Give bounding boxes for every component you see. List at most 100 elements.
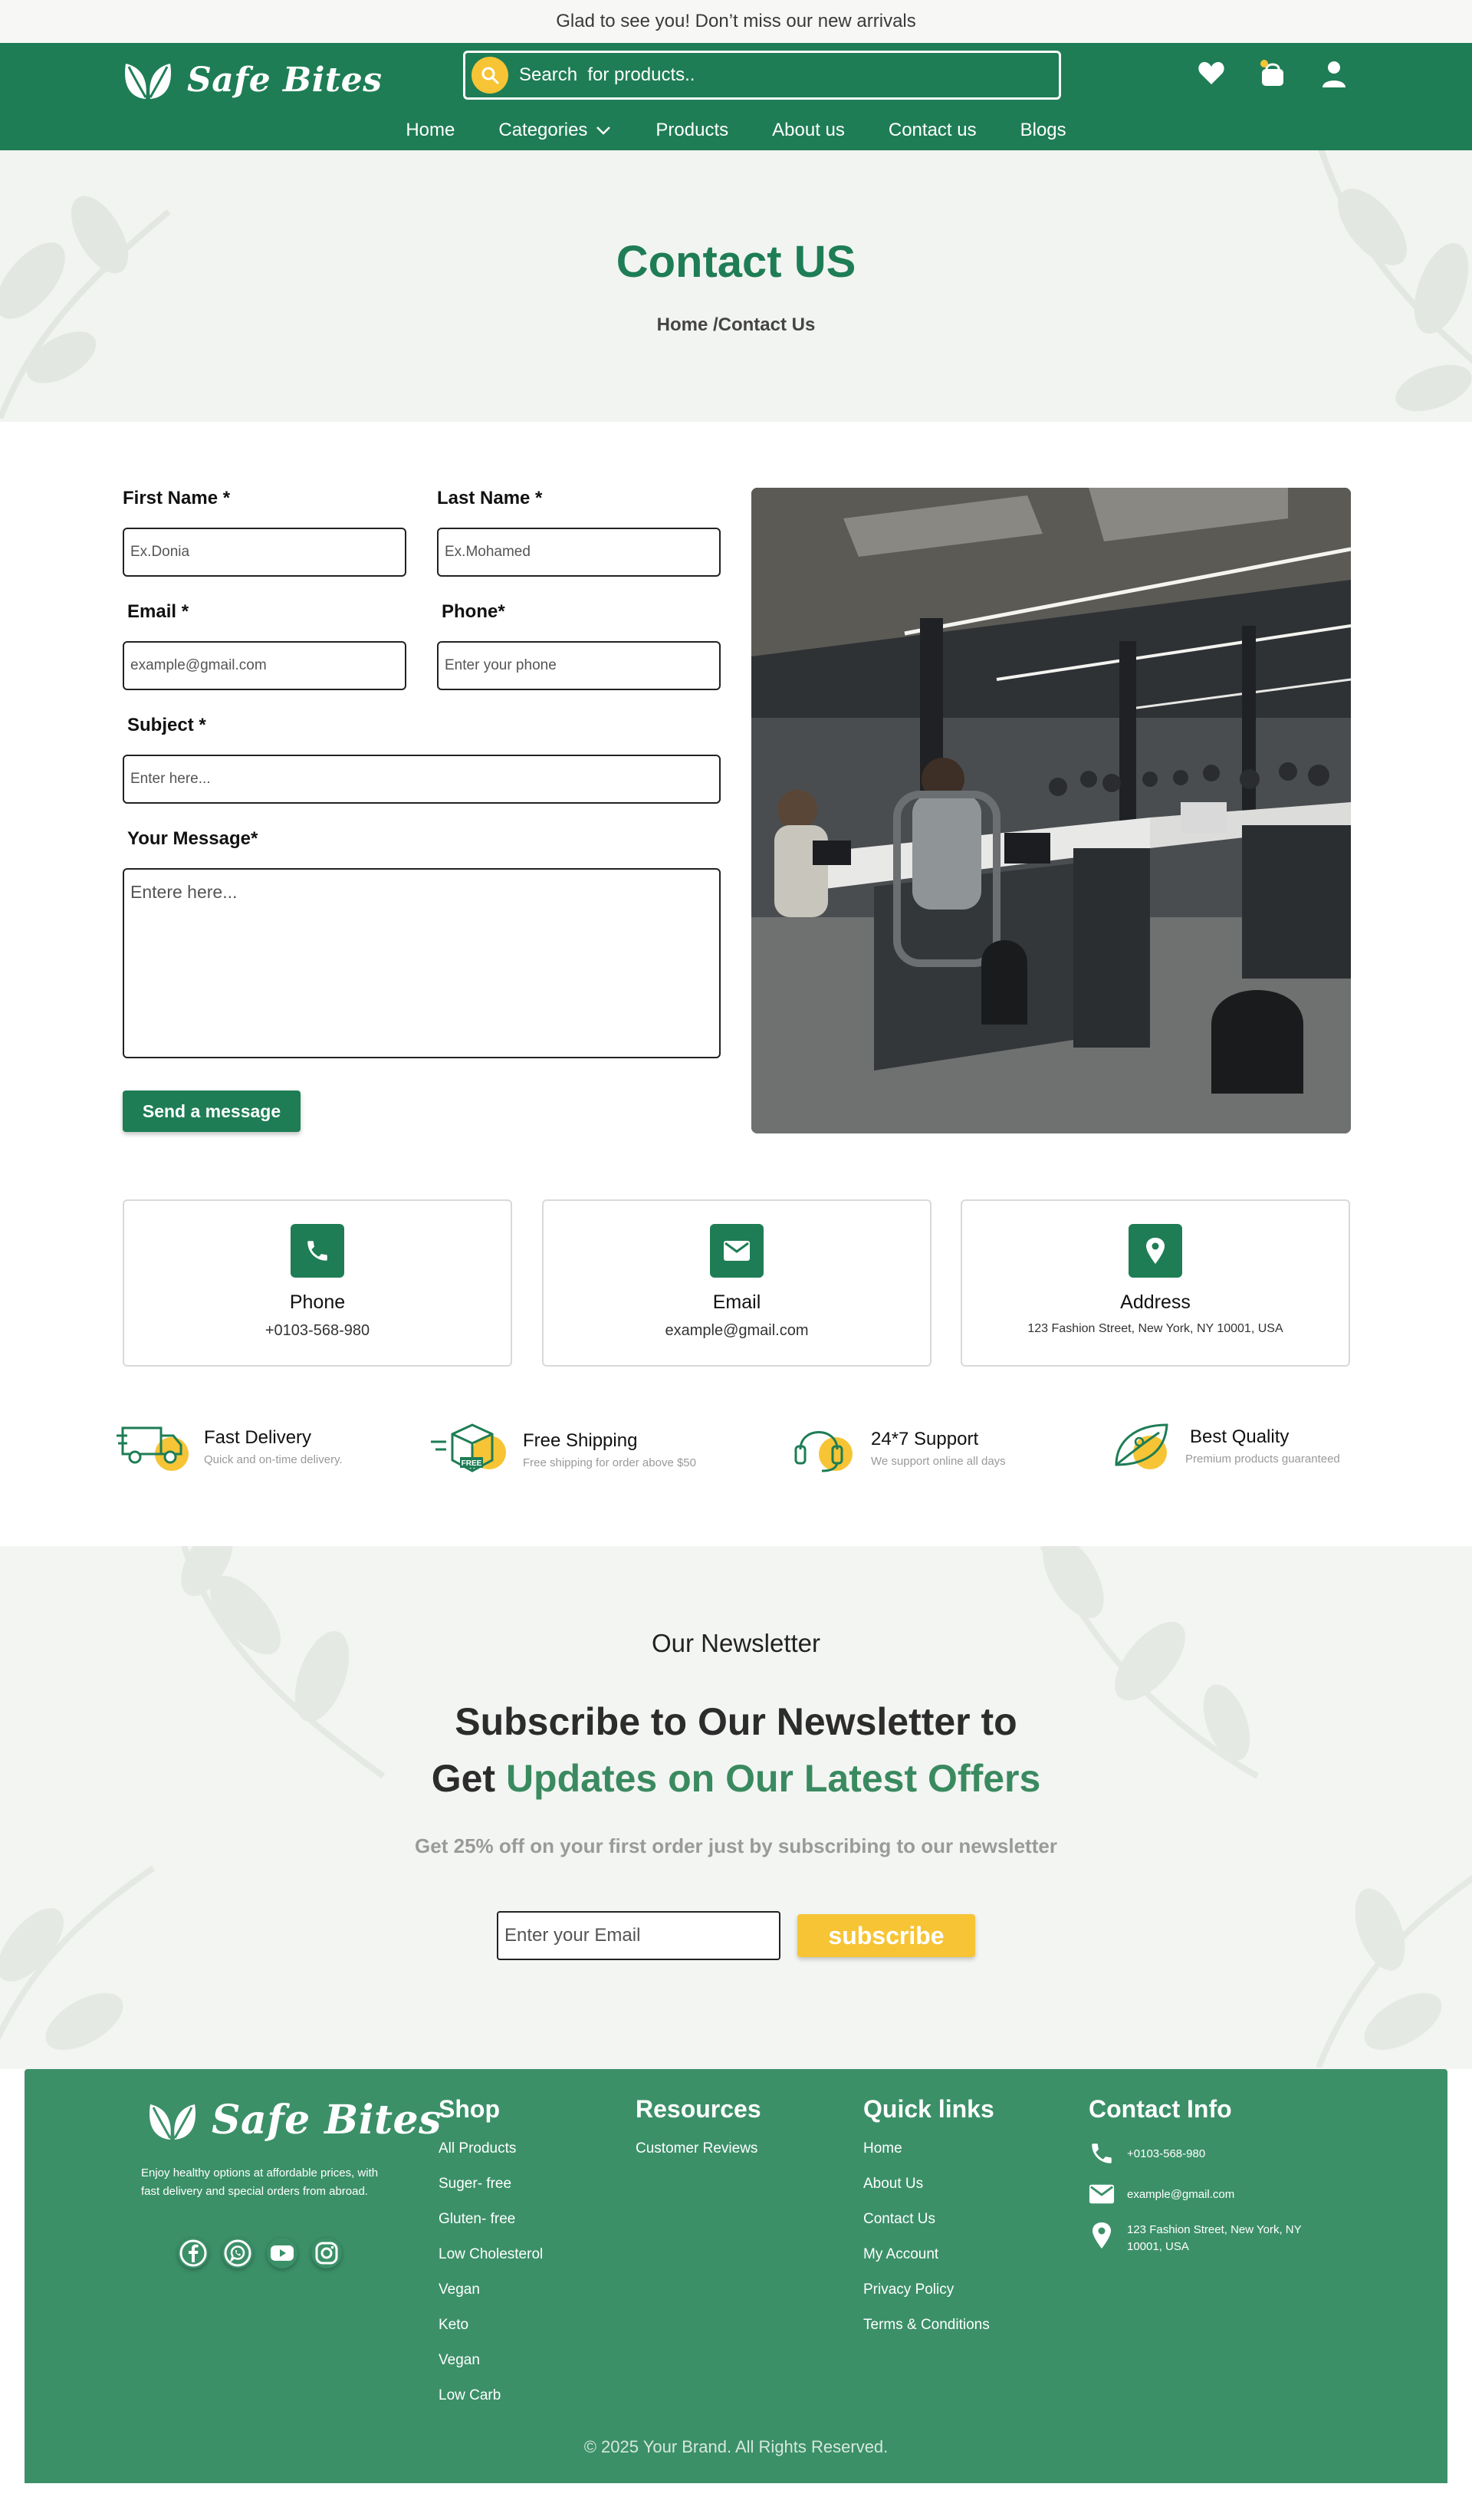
email-card-value[interactable]: example@gmail.com: [544, 1322, 930, 1340]
feature-quality: Best Quality Premium products guaranteed: [1112, 1419, 1340, 1472]
send-message-button[interactable]: Send a message: [123, 1091, 301, 1132]
footer-description: Enjoy healthy options at affordable pric…: [141, 2166, 379, 2198]
feature-subtitle: Free shipping for order above $50: [523, 1456, 696, 1469]
first-name-field[interactable]: [123, 528, 406, 577]
footer-email-value[interactable]: example@gmail.com: [1127, 2183, 1234, 2203]
nav-contact[interactable]: Contact us: [889, 120, 977, 141]
feature-support: 24*7 Support We support online all days: [791, 1419, 1006, 1477]
feature-subtitle: We support online all days: [871, 1454, 1006, 1468]
youtube-icon[interactable]: [267, 2238, 297, 2268]
subscribe-button[interactable]: subscribe: [797, 1914, 975, 1957]
nav-home-label: Home: [406, 120, 455, 140]
nav-blogs-label: Blogs: [1020, 120, 1066, 140]
footer-shop-link[interactable]: All Products: [439, 2140, 543, 2176]
footer-resources-column: Resources Customer Reviews: [636, 2095, 761, 2176]
newsletter-subtitle: Get 25% off on your first order just by …: [415, 1834, 1057, 1857]
facebook-icon[interactable]: [178, 2238, 209, 2268]
address-card: Address 123 Fashion Street, New York, NY…: [961, 1199, 1350, 1367]
footer-quick-links-title: Quick links: [863, 2095, 994, 2123]
newsletter-email-input[interactable]: [497, 1911, 780, 1960]
page-title: Contact US: [616, 237, 856, 287]
footer-quick-link[interactable]: Home: [863, 2140, 994, 2176]
mail-icon: [710, 1224, 764, 1278]
search-bar: [463, 51, 1061, 100]
phone-card-value[interactable]: +0103-568-980: [124, 1322, 511, 1340]
subject-field[interactable]: [123, 755, 721, 804]
footer-contact-phone: +0103-568-980: [1089, 2140, 1349, 2166]
nav-products[interactable]: Products: [656, 120, 728, 141]
copyright-text: © 2025 Your Brand. All Rights Reserved.: [583, 2437, 889, 2456]
mail-icon: [1089, 2184, 1115, 2204]
footer-shop-link[interactable]: Vegan: [439, 2281, 543, 2317]
footer-phone-value[interactable]: +0103-568-980: [1127, 2140, 1205, 2163]
nav-blogs[interactable]: Blogs: [1020, 120, 1066, 141]
footer-resources-link[interactable]: Customer Reviews: [636, 2140, 761, 2176]
footer-brand-logo[interactable]: Safe Bites: [147, 2097, 442, 2143]
leaf-pattern-left: [0, 196, 171, 419]
whatsapp-icon[interactable]: [222, 2238, 253, 2268]
footer-resources-title: Resources: [636, 2095, 761, 2123]
svg-text:FREE: FREE: [462, 1459, 482, 1468]
nav-about-label: About us: [772, 120, 845, 140]
footer-shop-link[interactable]: Vegan: [439, 2352, 543, 2387]
footer-quick-link[interactable]: Privacy Policy: [863, 2281, 994, 2317]
footer-quick-link[interactable]: Contact Us: [863, 2211, 994, 2246]
feature-fast-delivery: Fast Delivery Quick and on-time delivery…: [117, 1419, 343, 1474]
email-card-title: Email: [712, 1291, 761, 1313]
free-box-icon: FREE: [431, 1423, 506, 1472]
search-input[interactable]: [519, 64, 1010, 86]
instagram-icon[interactable]: [311, 2238, 342, 2268]
message-textarea[interactable]: [123, 868, 721, 1058]
footer-brand-name: Safe Bites: [212, 2097, 442, 2143]
footer-shop-column: Shop All Products Suger- free Gluten- fr…: [439, 2095, 543, 2423]
feature-free-shipping: FREE Free Shipping Free shipping for ord…: [429, 1419, 696, 1480]
brand-logo[interactable]: Safe Bites: [123, 49, 383, 110]
phone-label: Phone*: [442, 601, 505, 622]
leaf-pattern-bottom-left: [0, 1865, 156, 2051]
last-name-label: Last Name *: [437, 488, 543, 508]
feature-subtitle: Premium products guaranteed: [1185, 1452, 1340, 1466]
nav-about[interactable]: About us: [772, 120, 845, 141]
footer-shop-link[interactable]: Low Carb: [439, 2387, 543, 2423]
address-card-value: 123 Fashion Street, New York, NY 10001, …: [1027, 1322, 1283, 1335]
cart-badge: [1260, 60, 1268, 67]
footer-shop-link[interactable]: Suger- free: [439, 2176, 543, 2211]
last-name-field[interactable]: [437, 528, 721, 577]
subject-label: Subject *: [127, 715, 206, 735]
email-field[interactable]: [123, 641, 406, 690]
nav-categories[interactable]: Categories: [498, 120, 612, 141]
footer-address-value: 123 Fashion Street, New York, NY 10001, …: [1127, 2223, 1302, 2253]
footer-contact-email: example@gmail.com: [1089, 2183, 1349, 2205]
announcement-text: Glad to see you! Don’t miss our new arri…: [556, 11, 916, 31]
cart-icon[interactable]: [1257, 58, 1288, 89]
main-nav: Home Categories Products About us Contac…: [0, 113, 1472, 147]
headset-icon: [794, 1431, 853, 1472]
nav-home[interactable]: Home: [406, 120, 455, 141]
newsletter-title-line2: Get Updates on Our Latest Offers: [0, 1750, 1472, 1807]
footer-contact-column: Contact Info +0103-568-980 example@gmail…: [1089, 2095, 1349, 2272]
footer-quick-link[interactable]: About Us: [863, 2176, 994, 2211]
nav-contact-label: Contact us: [888, 120, 977, 140]
user-icon[interactable]: [1319, 58, 1349, 89]
footer-contact-title: Contact Info: [1089, 2095, 1232, 2123]
page-hero: Contact US Home /Contact Us: [0, 150, 1472, 422]
footer-quick-link[interactable]: Terms & Conditions: [863, 2317, 994, 2352]
email-label: Email *: [127, 601, 189, 622]
announcement-bar: Glad to see you! Don’t miss our new arri…: [0, 0, 1472, 43]
chevron-down-icon: [596, 127, 611, 135]
phone-field[interactable]: [437, 641, 721, 690]
search-icon[interactable]: [472, 57, 508, 94]
footer-quick-link[interactable]: My Account: [863, 2246, 994, 2281]
footer-shop-link[interactable]: Gluten- free: [439, 2211, 543, 2246]
feature-title: 24*7 Support: [871, 1428, 979, 1449]
feature-title: Fast Delivery: [204, 1426, 312, 1448]
footer-quick-links-column: Quick links Home About Us Contact Us My …: [863, 2095, 994, 2352]
leaf-logo-icon: [125, 64, 171, 99]
newsletter-title-highlight: Updates on Our Latest Offers: [505, 1757, 1041, 1800]
email-card: Email example@gmail.com: [542, 1199, 932, 1367]
footer-shop-link[interactable]: Low Cholesterol: [439, 2246, 543, 2281]
heart-icon[interactable]: [1196, 58, 1227, 89]
newsletter-title-plain: Get: [431, 1757, 506, 1800]
breadcrumb[interactable]: Home /Contact Us: [0, 314, 1472, 336]
footer-shop-link[interactable]: Keto: [439, 2317, 543, 2352]
